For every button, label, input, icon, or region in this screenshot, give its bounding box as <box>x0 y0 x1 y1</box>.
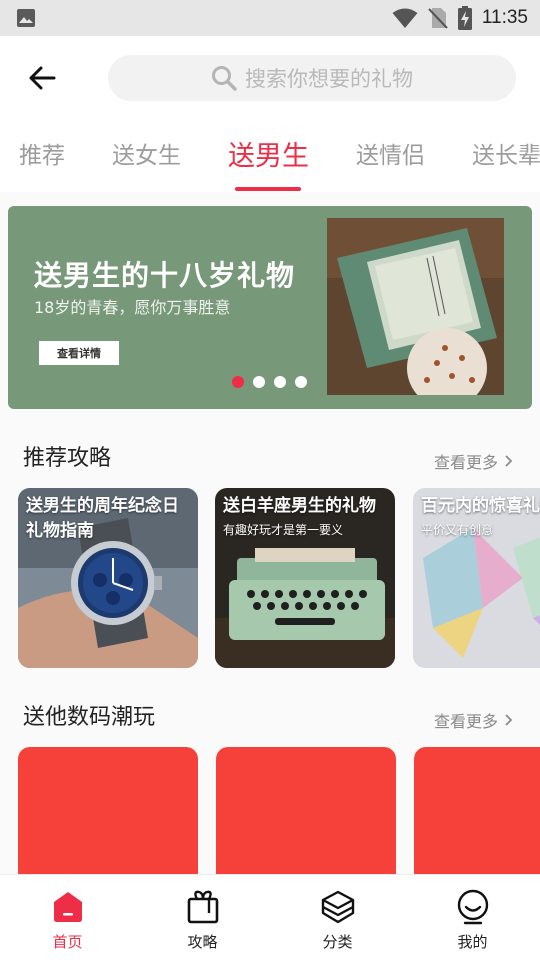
carousel-dot <box>253 376 265 388</box>
search-input[interactable]: 搜索你想要的礼物 <box>108 55 516 101</box>
active-tab-indicator <box>235 187 301 191</box>
layers-icon <box>321 890 354 924</box>
guide-card-title: 百元内的惊喜礼物 <box>421 496 540 516</box>
chevron-right-icon <box>505 714 512 726</box>
product-card[interactable] <box>216 747 396 874</box>
carousel-dot <box>295 376 307 388</box>
wifi-icon <box>392 8 418 28</box>
chevron-right-icon <box>505 455 512 467</box>
gallery-notification-icon <box>17 9 35 27</box>
digital-section-title: 送他数码潮玩 <box>23 705 156 730</box>
smiley-icon <box>457 889 488 925</box>
guide-card[interactable]: 送男生的周年纪念日礼物指南 <box>18 488 198 668</box>
guide-card-title: 送男生的周年纪念日礼物指南 <box>26 496 179 541</box>
guides-more-label: 查看更多 <box>433 453 498 472</box>
banner-subtitle: 18岁的青春，愿你万事胜意 <box>34 298 231 317</box>
guide-card-title: 送白羊座男生的礼物 <box>223 496 376 516</box>
product-card[interactable] <box>414 747 540 874</box>
guide-card-subtitle: 有趣好玩才是第一要义 <box>223 523 344 537</box>
top-bar: 搜索你想要的礼物 <box>0 36 540 122</box>
nav-guides[interactable]: 攻略 <box>135 875 270 960</box>
tab-recommend[interactable]: 推荐 <box>19 136 65 170</box>
back-arrow-icon <box>29 66 56 90</box>
nav-home[interactable]: 首页 <box>0 875 135 960</box>
carousel-indicator <box>232 376 307 388</box>
nav-home-label: 首页 <box>52 933 83 951</box>
home-icon <box>53 892 82 922</box>
guides-more-link[interactable]: 查看更多 <box>434 449 512 473</box>
nav-categories[interactable]: 分类 <box>270 875 405 960</box>
category-tabs: 推荐 送女生 送男生 送情侣 送长辈 <box>0 122 540 192</box>
gift-box-icon <box>187 890 218 924</box>
guides-section-title: 推荐攻略 <box>23 446 112 471</box>
nav-profile[interactable]: 我的 <box>405 875 540 960</box>
guide-card-subtitle: 平价又有创意 <box>421 523 494 537</box>
bottom-navigation: 首页 攻略 分类 我的 <box>0 874 540 960</box>
tab-for-elders[interactable]: 送长辈 <box>472 136 540 170</box>
search-placeholder: 搜索你想要的礼物 <box>245 67 413 91</box>
view-details-button[interactable]: 查看详情 <box>39 341 119 365</box>
no-sim-icon <box>428 8 448 29</box>
battery-charging-icon <box>457 6 472 30</box>
nav-categories-label: 分类 <box>322 933 353 951</box>
tab-for-her[interactable]: 送女生 <box>112 136 181 170</box>
carousel-dot <box>274 376 286 388</box>
product-card[interactable] <box>18 747 198 874</box>
guide-card[interactable]: 百元内的惊喜礼物 平价又有创意 <box>413 488 540 668</box>
banner-title: 送男生的十八岁礼物 <box>34 259 296 292</box>
banner-gift-photo <box>327 218 504 395</box>
guide-card[interactable]: 送白羊座男生的礼物 有趣好玩才是第一要义 <box>215 488 395 668</box>
digital-more-label: 查看更多 <box>433 712 498 731</box>
status-bar: 11:35 <box>0 0 540 36</box>
digital-more-link[interactable]: 查看更多 <box>434 708 512 732</box>
clock: 11:35 <box>481 7 528 28</box>
nav-profile-label: 我的 <box>457 933 488 951</box>
search-icon <box>212 66 237 91</box>
main-content[interactable]: 送男生的十八岁礼物 18岁的青春，愿你万事胜意 查看详情 推荐攻略 查看更多 送… <box>0 192 540 874</box>
tab-for-him[interactable]: 送男生 <box>228 134 309 173</box>
tab-for-couples[interactable]: 送情侣 <box>356 136 425 170</box>
promo-banner[interactable]: 送男生的十八岁礼物 18岁的青春，愿你万事胜意 查看详情 <box>8 206 532 409</box>
carousel-dot <box>232 376 244 388</box>
nav-guides-label: 攻略 <box>187 933 218 951</box>
back-button[interactable] <box>24 58 60 98</box>
